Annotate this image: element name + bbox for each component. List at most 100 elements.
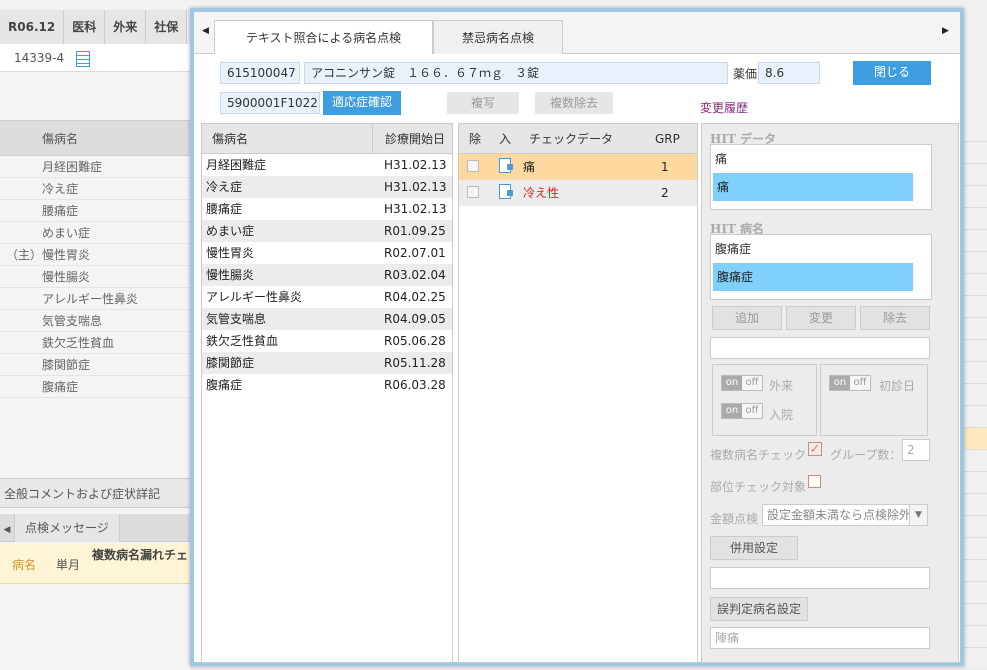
background-disease-row[interactable]: 月経困難症 [0,156,190,178]
background-row-strip [960,384,987,406]
price-field[interactable]: 8.6 [758,62,820,84]
inpatient-toggle[interactable]: on off [721,403,763,419]
check-table-header: 除 入 チェックデータ GRP [459,124,697,154]
disease-table-row[interactable]: アレルギー性鼻炎 R04.02.25 [202,286,452,308]
disease-name: 慢性胃炎 [42,248,91,262]
tab-contraindication-check[interactable]: 禁忌病名点検 [433,20,563,54]
background-disease-row[interactable]: 腹痛症 [0,376,190,398]
hit-data-item-selected[interactable]: 痛 [713,173,913,201]
check-table-row[interactable]: 痛1 [459,154,697,180]
check-table-row[interactable]: 冷え性 2 [459,180,697,206]
disease-table-row[interactable]: 月経困難症 H31.02.13 [202,154,452,176]
tab-scroll-left-icon[interactable]: ◀ [0,516,14,544]
misjudge-settings-button[interactable]: 誤判定病名設定 [710,597,808,621]
hit-disease-list[interactable]: 腹痛症 腹痛症 [710,234,932,300]
background-disease-row[interactable]: 腰痛症 [0,200,190,222]
background-disease-row[interactable]: 冷え症 [0,178,190,200]
exclude-checkbox[interactable] [467,186,479,198]
remove-button[interactable]: 除去 [860,306,930,330]
hit-data-list[interactable]: 痛 痛 [710,144,932,210]
combination-settings-button[interactable]: 併用設定 [710,536,798,560]
disease-name-cell: 慢性胃炎 [206,246,255,260]
disease-name: 腰痛症 [42,204,79,218]
disease-table-row[interactable]: 気管支喘息 R04.09.05 [202,308,452,330]
message-period: 単月 [56,558,81,572]
disease-input[interactable] [710,337,930,359]
background-row-strip [960,406,987,428]
exclude-checkbox[interactable] [467,160,479,172]
group-count-input[interactable]: 2 [902,439,930,461]
change-history-link[interactable]: 変更履歴 [700,99,748,116]
background-disease-row[interactable]: 膝関節症 [0,354,190,376]
site-check-label: 部位チェック対象 [710,480,807,494]
background-disease-row[interactable]: （主） 慢性胃炎 [0,244,190,266]
column-header-exclude[interactable]: 除 [469,124,481,154]
tab-text-match-check[interactable]: テキスト照合による病名点検 [214,20,433,54]
first-visit-toggle[interactable]: on off [829,375,871,391]
tab-check-message[interactable]: 点検メッセージ [14,514,120,542]
disease-table-row[interactable]: 冷え症 H31.02.13 [202,176,452,198]
site-check-checkbox[interactable] [808,475,821,488]
combination-input[interactable] [710,567,930,589]
copy-button[interactable]: 複写 [447,92,519,114]
multi-remove-button[interactable]: 複数除去 [535,92,613,114]
amount-check-select[interactable]: 設定金額未満なら点検除外 ▼ [762,504,928,526]
background-disease-row[interactable]: 気管支喘息 [0,310,190,332]
disease-table-row[interactable]: めまい症 R01.09.25 [202,220,452,242]
start-date-cell: H31.02.13 [384,202,447,216]
start-date-cell: R02.07.01 [384,246,446,260]
disease-table-row[interactable]: 慢性胃炎 R02.07.01 [202,242,452,264]
column-header-disease[interactable]: 傷病名 [212,124,248,154]
app-tab[interactable]: 医科 [64,10,106,44]
first-visit-group: on off 初診日 [820,364,928,436]
column-header-group[interactable]: GRP [655,124,680,154]
app-tab[interactable]: 社保 [146,10,188,44]
disease-table-row[interactable]: 鉄欠乏性貧血 R05.06.28 [202,330,452,352]
document-icon[interactable] [76,50,91,67]
chevron-down-icon[interactable]: ▼ [909,505,927,525]
change-button[interactable]: 変更 [786,306,856,330]
app-tab[interactable]: 外来 [105,10,147,44]
indication-confirm-button[interactable]: 適応症確認 [323,91,401,115]
background-disease-row[interactable]: 慢性腸炎 [0,266,190,288]
disease-table-row[interactable]: 腹痛症 R06.03.28 [202,374,452,396]
tab-scroll-left-icon[interactable]: ◀ [202,26,209,36]
hit-disease-item-selected[interactable]: 腹痛症 [713,263,913,291]
background-right-edge [960,0,987,667]
outpatient-label: 外来 [769,379,794,393]
add-button[interactable]: 追加 [712,306,782,330]
close-button[interactable]: 閉じる [853,61,931,85]
app-tab[interactable]: R06.12 [0,10,65,44]
yj-code-field[interactable]: 5900001F1022 [220,92,320,114]
background-disease-row[interactable]: めまい症 [0,222,190,244]
comment-section-header[interactable]: 全般コメントおよび症状詳記 [0,478,190,508]
disease-table-row[interactable]: 慢性腸炎 R03.02.04 [202,264,452,286]
column-header-start-date[interactable]: 診療開始日 [372,124,454,154]
disease-table-row[interactable]: 膝関節症 R05.11.28 [202,352,452,374]
multi-check-checkbox[interactable]: ✓ [808,442,822,457]
disease-name-cell: めまい症 [206,224,255,238]
background-row-strip [960,296,987,318]
column-header-check-data[interactable]: チェックデータ [529,124,613,154]
patient-id-bar: 14339-4 [0,44,190,72]
input-document-icon[interactable] [499,158,513,173]
disease-name: 膝関節症 [42,358,91,372]
hit-data-item[interactable]: 痛 [711,145,931,173]
message-tab-bar: ◀ 点検メッセージ [0,514,190,542]
drug-code-field[interactable]: 615100047 [220,62,300,84]
disease-name-cell: 気管支喘息 [206,312,267,326]
background-row-strip [960,516,987,538]
message-row[interactable]: 病名 単月 複数病名漏れチェ りません。 [0,544,190,584]
column-header-input[interactable]: 入 [499,124,511,154]
drug-name-field[interactable]: アコニンサン錠 １６６．６７ｍｇ ３錠 [304,62,728,84]
misjudge-input[interactable]: 陣痛 [710,627,930,649]
background-disease-row[interactable]: アレルギー性鼻炎 [0,288,190,310]
disease-name-cell: 月経困難症 [206,158,267,172]
background-disease-row[interactable]: 鉄欠乏性貧血 [0,332,190,354]
outpatient-toggle[interactable]: on off [721,375,763,391]
hit-disease-item[interactable]: 腹痛症 [711,235,931,263]
disease-table-row[interactable]: 腰痛症 H31.02.13 [202,198,452,220]
tab-scroll-right-icon[interactable]: ▶ [942,26,949,36]
input-document-icon[interactable] [499,184,513,199]
app-tab-bar: R06.12 医科 外来 社保 [0,10,188,44]
